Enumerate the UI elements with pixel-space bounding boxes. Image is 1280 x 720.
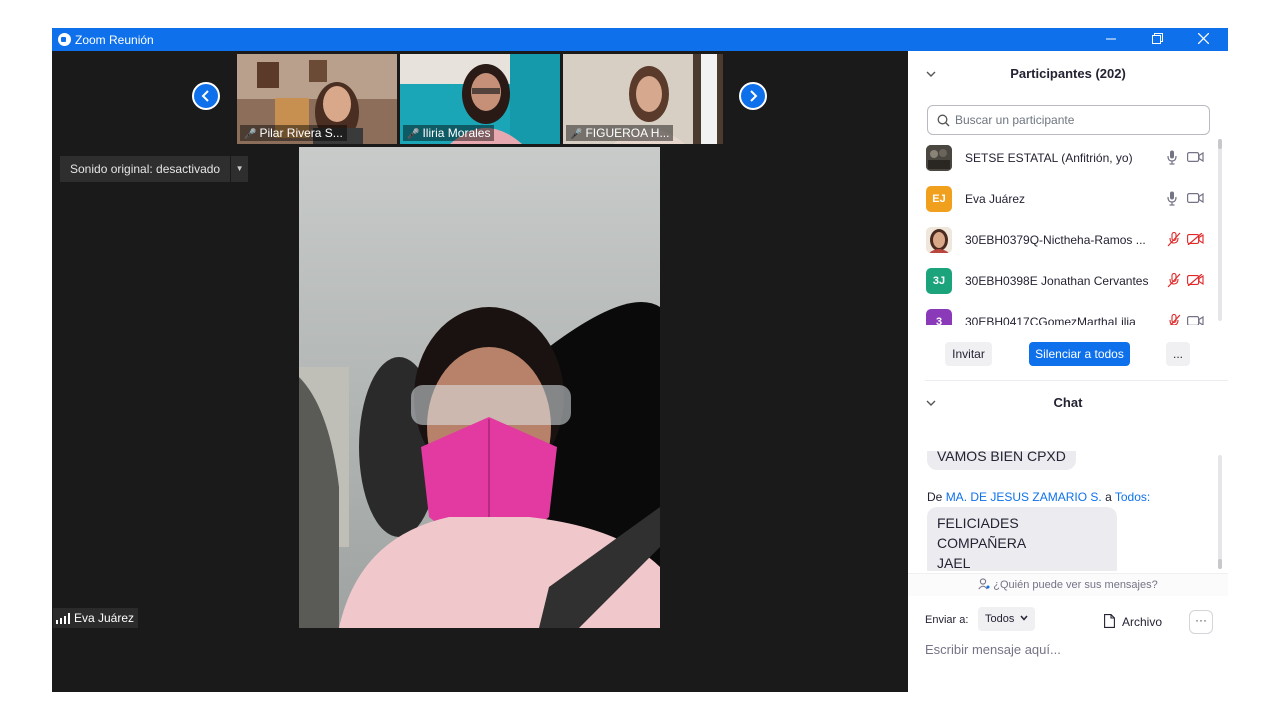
window-title: Zoom Reunión xyxy=(75,33,154,47)
participant-row[interactable]: 3J 30EBH0398E Jonathan Cervantes xyxy=(908,260,1214,301)
avatar xyxy=(926,145,952,171)
participant-list: SETSE ESTATAL (Anfitrión, yo) EJ Eva Juá… xyxy=(908,137,1228,325)
chevron-left-icon xyxy=(201,90,209,102)
zoom-window: Zoom Reunión 🎤 Pilar Rivera S... 🎤 Iliri… xyxy=(52,28,1228,692)
chevron-down-icon[interactable]: ▼ xyxy=(230,156,249,182)
avatar: 3J xyxy=(926,268,952,294)
prev-page-button[interactable] xyxy=(192,82,220,110)
chat-message: FELICIADES COMPAÑERA JAEL xyxy=(927,507,1117,571)
signal-strength-icon xyxy=(56,613,70,625)
close-button[interactable] xyxy=(1183,28,1223,51)
restore-button[interactable] xyxy=(1137,28,1177,51)
original-sound-toggle[interactable]: Sonido original: desactivado ▼ xyxy=(60,156,249,182)
more-options-button[interactable]: ... xyxy=(1166,342,1190,366)
muted-mic-icon: 🎤 xyxy=(244,129,257,140)
sender-name-link[interactable]: MA. DE JESUS ZAMARIO S. xyxy=(946,490,1102,504)
recipient-link[interactable]: Todos xyxy=(1115,490,1147,504)
restore-icon xyxy=(1151,33,1163,44)
minimize-button[interactable] xyxy=(1091,28,1131,51)
muted-mic-icon[interactable] xyxy=(1167,273,1181,288)
video-off-icon[interactable] xyxy=(1187,233,1204,245)
participant-row[interactable]: 30EBH0379Q-Nictheha-Ramos ... xyxy=(908,219,1214,260)
title-bar: Zoom Reunión xyxy=(52,28,1228,51)
avatar: 3 xyxy=(926,309,952,325)
participants-scroll-thumb[interactable] xyxy=(1218,139,1222,149)
muted-mic-icon[interactable] xyxy=(1167,314,1181,325)
chat-messages: VAMOS BIEN CPXD De MA. DE JESUS ZAMARIO … xyxy=(908,451,1228,571)
participant-thumbnail[interactable]: 🎤 Iliria Morales xyxy=(400,54,560,144)
speaker-name-label: Eva Juárez xyxy=(53,608,139,628)
message-visibility-link[interactable]: ¿Quién puede ver sus mensajes? xyxy=(908,573,1228,596)
chat-message: VAMOS BIEN CPXD xyxy=(927,451,1076,470)
minimize-icon xyxy=(1106,38,1116,40)
person-icon xyxy=(978,578,990,590)
chat-more-button[interactable]: ··· xyxy=(1189,610,1213,634)
participant-name-label: 🎤 Iliria Morales xyxy=(403,125,495,141)
video-stage: 🎤 Pilar Rivera S... 🎤 Iliria Morales 🎤 F… xyxy=(52,51,908,692)
muted-mic-icon: 🎤 xyxy=(407,129,420,140)
chevron-right-icon xyxy=(750,90,758,102)
close-icon xyxy=(1197,32,1209,45)
video-camera-icon[interactable] xyxy=(1187,151,1204,163)
side-panel: Participantes (202) Buscar un participan… xyxy=(908,51,1228,692)
next-page-button[interactable] xyxy=(739,82,767,110)
muted-mic-icon[interactable] xyxy=(1167,232,1181,247)
chat-message-input[interactable]: Escribir mensaje aquí... xyxy=(925,642,1061,657)
file-icon xyxy=(1104,614,1115,628)
video-camera-icon[interactable] xyxy=(1187,315,1204,325)
invite-button[interactable]: Invitar xyxy=(945,342,992,366)
mute-all-button[interactable]: Silenciar a todos xyxy=(1029,342,1130,366)
participant-name-label: 🎤 Pilar Rivera S... xyxy=(240,125,347,141)
chat-scrollbar[interactable] xyxy=(1218,455,1222,569)
send-to-dropdown[interactable]: Todos xyxy=(978,607,1036,631)
muted-mic-icon: 🎤 xyxy=(570,129,583,140)
chat-title: Chat xyxy=(1053,395,1083,410)
active-speaker-video xyxy=(299,147,660,628)
participants-title: Participantes (202) xyxy=(1010,66,1126,81)
chevron-down-icon xyxy=(1020,615,1028,621)
zoom-logo-icon xyxy=(58,33,71,46)
participant-row[interactable]: SETSE ESTATAL (Anfitrión, yo) xyxy=(908,137,1214,178)
participants-scrollbar[interactable] xyxy=(1218,139,1222,321)
participant-row[interactable]: 3 30EBH0417CGomezMarthaLilia xyxy=(908,301,1214,325)
participant-row[interactable]: EJ Eva Juárez xyxy=(908,178,1214,219)
participant-search-input[interactable]: Buscar un participante xyxy=(927,105,1210,135)
video-camera-icon[interactable] xyxy=(1187,192,1204,204)
avatar xyxy=(926,227,952,253)
video-off-icon[interactable] xyxy=(1187,274,1204,286)
participant-thumbnail[interactable]: 🎤 FIGUEROA H... xyxy=(563,54,723,144)
section-divider xyxy=(925,380,1228,381)
search-icon xyxy=(937,114,950,127)
message-header: De MA. DE JESUS ZAMARIO S. a Todos: xyxy=(927,490,1151,504)
speaker-video-frame xyxy=(299,147,660,628)
participant-name-label: 🎤 FIGUEROA H... xyxy=(566,125,674,141)
chat-scroll-thumb[interactable] xyxy=(1218,559,1222,569)
mic-icon[interactable] xyxy=(1167,150,1177,165)
participant-thumbnail[interactable]: 🎤 Pilar Rivera S... xyxy=(237,54,397,144)
file-button[interactable]: Archivo xyxy=(1104,614,1162,629)
mic-icon[interactable] xyxy=(1167,191,1177,206)
avatar: EJ xyxy=(926,186,952,212)
send-to-label: Enviar a: xyxy=(925,614,969,626)
